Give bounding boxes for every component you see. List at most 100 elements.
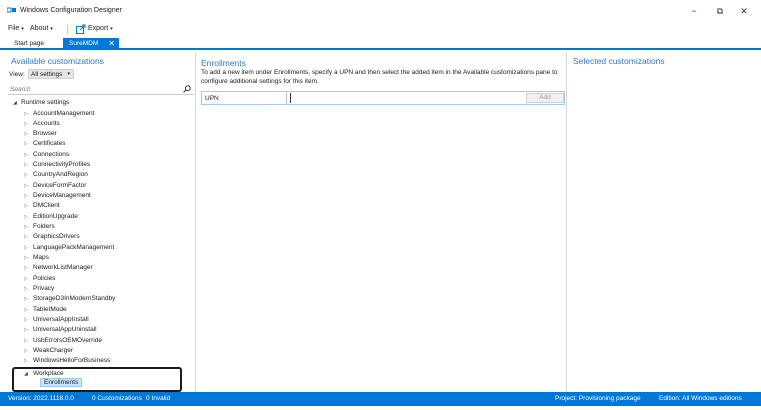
tree-node-label: Runtime settings [21,99,70,106]
tree-node[interactable]: ▷ Browser [24,129,57,139]
window-title: Windows Configuration Designer [20,7,122,14]
tree-node[interactable]: ▷ Folders [24,222,55,232]
expand-arrow-icon[interactable]: ▷ [24,346,33,356]
expand-arrow-icon[interactable]: ▷ [24,160,33,170]
upn-input[interactable] [290,93,518,103]
expand-arrow-icon[interactable]: ▷ [24,170,33,180]
expand-arrow-icon[interactable]: ▷ [24,325,33,335]
chevron-down-icon: ▾ [110,26,113,32]
expanded-arrow-icon[interactable]: ◢ [24,370,33,379]
tree-node[interactable]: ▷ WeakCharger [24,346,73,356]
expand-arrow-icon[interactable]: ▷ [24,129,33,139]
tree-node[interactable]: ▷ DMClient [24,201,60,211]
customizations-count: 0 Customizations [92,395,142,402]
tree-node[interactable]: ▷ ConnectivityProfiles [24,160,90,170]
search-input[interactable] [10,85,170,94]
expand-arrow-icon[interactable]: ▷ [24,181,33,191]
tree-node[interactable]: ▷ Privacy [24,284,54,294]
edition-text: Edition: All Windows editions [659,395,742,402]
expand-arrow-icon[interactable]: ▷ [24,139,33,149]
file-menu[interactable]: File ▾ [8,25,24,32]
invalid-count: 0 Invalid [146,395,171,402]
expand-arrow-icon[interactable]: ▷ [24,109,33,119]
tree-node-label: LanguagePackManagement [33,243,115,251]
tree-node-label: Privacy [33,284,55,292]
tree-node[interactable]: ▷ UsbErrorsOEMOverride [24,336,102,346]
export-menu[interactable]: Export ▾ [88,25,113,32]
tree-node-label: DeviceFormFactor [33,181,87,189]
menu-divider [67,25,68,34]
tab-start-page[interactable]: Start page [8,38,50,49]
tree-node[interactable]: ▷ DeviceManagement [24,191,91,201]
tree-node-label: Folders [33,223,55,231]
search-icon[interactable] [183,85,191,93]
expand-arrow-icon[interactable]: ▷ [24,119,33,129]
about-menu[interactable]: About ▾ [30,25,53,32]
expand-arrow-icon[interactable]: ▷ [24,212,33,222]
tree-node-label: Policies [33,274,56,282]
tab-label: Start page [14,40,44,47]
tree-node-label: UsbErrorsOEMOverride [33,336,102,344]
tree-node-label: Connections [33,150,70,158]
expand-arrow-icon[interactable]: ▷ [24,150,33,160]
tree-node-label: Workplace [33,370,64,377]
enrollments-panel: Enrollments To add a new item under Enro… [197,52,567,392]
expanded-arrow-icon[interactable]: ◢ [13,98,21,108]
panel-heading: Enrollments [201,58,246,68]
tree-node-label: CountryAndRegion [33,171,88,179]
export-icon [76,24,86,34]
panel-heading: Available customizations [11,56,104,66]
status-bar: Version: 2022.1118.0.0 0 Customizations … [0,392,761,406]
tree-node[interactable]: ▷ UniversalAppUninstall [24,325,97,335]
expand-arrow-icon[interactable]: ▷ [24,243,33,253]
tree-node[interactable]: ▷ Policies [24,274,55,284]
expand-arrow-icon[interactable]: ▷ [24,274,33,284]
expand-arrow-icon[interactable]: ▷ [24,294,33,304]
divider [286,92,287,104]
tree-node-runtime-settings[interactable]: ◢ Runtime settings [13,98,69,108]
expand-arrow-icon[interactable]: ▷ [24,191,33,201]
minimize-button[interactable]: − [684,4,704,18]
tab-suremdm[interactable]: SureMDM ✕ [63,38,119,50]
tree-node[interactable]: ▷ WindowsHelloForBusiness [24,356,110,366]
tree-node[interactable]: ▷ NetworkListManager [24,263,93,273]
tree-node[interactable]: ▷ CountryAndRegion [24,170,88,180]
tree-node[interactable]: ▷ Certificates [24,139,66,149]
add-button[interactable]: Add [526,93,564,103]
view-label: View: [9,71,25,78]
view-dropdown[interactable]: All settings ▾ [28,69,74,79]
expand-arrow-icon[interactable]: ▷ [24,253,33,263]
tree-node-label: NetworkListManager [33,264,93,272]
expand-arrow-icon[interactable]: ▷ [24,315,33,325]
expand-arrow-icon[interactable]: ▷ [24,232,33,242]
tree-node[interactable]: ▷ UniversalAppInstall [24,315,89,325]
tree-node[interactable]: ▷ DeviceFormFactor [24,181,86,191]
expand-arrow-icon[interactable]: ▷ [24,284,33,294]
tree-node[interactable]: ▷ GraphicsDrivers [24,232,80,242]
close-window-button[interactable]: ✕ [734,4,754,18]
description-text: To add a new item under Enrollments, spe… [201,69,558,85]
tree-node[interactable]: ▷ AccountManagement [24,109,94,119]
tree-node[interactable]: ▷ EditionUpgrade [24,212,78,222]
expand-arrow-icon[interactable]: ▷ [24,356,33,366]
tree-node-label: TabletMode [33,305,67,313]
close-icon[interactable]: ✕ [108,38,115,49]
expand-arrow-icon[interactable]: ▷ [24,336,33,346]
restore-button[interactable]: ⧉ [710,4,730,18]
expand-arrow-icon[interactable]: ▷ [24,222,33,232]
about-menu-label: About [30,25,49,32]
tree-node[interactable]: ▷ Connections [24,150,69,160]
expand-arrow-icon[interactable]: ▷ [24,305,33,315]
upn-row: UPN Add [201,91,565,105]
expand-arrow-icon[interactable]: ▷ [24,263,33,273]
tree-node-enrollments[interactable]: Enrollments [40,378,83,387]
tree-node[interactable]: ▷ Maps [24,253,49,263]
tree-node[interactable]: ▷ LanguagePackManagement [24,243,114,253]
version-text: Version: 2022.1118.0.0 [8,395,74,402]
tree-node-label: UniversalAppInstall [33,315,89,323]
tree-node[interactable]: ▷ Accounts [24,119,60,129]
chevron-down-icon: ▾ [50,26,53,32]
tree-node[interactable]: ▷ TabletMode [24,305,67,315]
tree-node[interactable]: ▷ StorageD3InModernStandby [24,294,115,304]
expand-arrow-icon[interactable]: ▷ [24,201,33,211]
